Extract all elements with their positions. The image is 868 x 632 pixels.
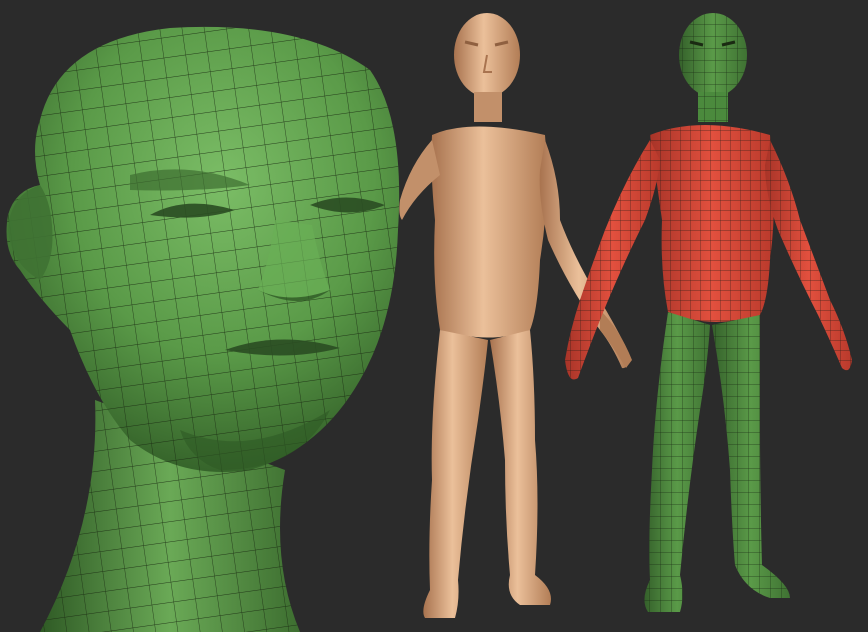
- sculpt-showcase: [0, 0, 868, 632]
- sculpt-render: [0, 0, 868, 632]
